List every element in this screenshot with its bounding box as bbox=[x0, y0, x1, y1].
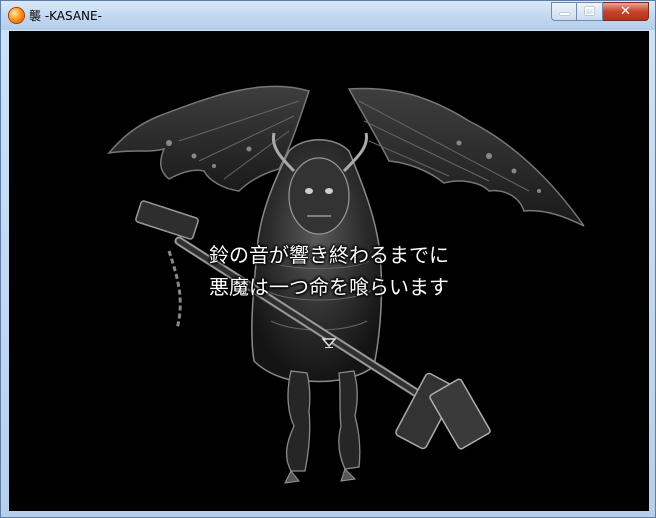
down-triangle-icon[interactable] bbox=[321, 337, 337, 349]
dialogue-text: 鈴の音が響き終わるまでに 悪魔は一つ命を喰らいます bbox=[9, 239, 649, 303]
window-controls: ✕ bbox=[551, 2, 649, 21]
maximize-icon bbox=[585, 7, 594, 15]
minimize-icon bbox=[560, 13, 569, 15]
right-wing bbox=[347, 87, 585, 227]
dialogue-line-1: 鈴の音が響き終わるまでに bbox=[209, 243, 449, 267]
close-icon: ✕ bbox=[620, 4, 631, 19]
demon-legs bbox=[284, 370, 361, 484]
maximize-button[interactable] bbox=[577, 2, 603, 21]
close-button[interactable]: ✕ bbox=[603, 2, 649, 21]
dialogue-line-2: 悪魔は一つ命を喰らいます bbox=[209, 275, 449, 299]
minimize-button[interactable] bbox=[551, 2, 577, 21]
game-screen[interactable]: 鈴の音が響き終わるまでに 悪魔は一つ命を喰らいます bbox=[9, 31, 649, 511]
title-bar[interactable]: 襲 -KASANE- ✕ bbox=[1, 1, 655, 30]
orange-orb-icon[interactable] bbox=[9, 8, 24, 23]
app-window: 襲 -KASANE- ✕ 鈴の音が響き終わるまでに 悪魔は一つ命を喰らいます bbox=[0, 0, 656, 518]
window-title: 襲 -KASANE- bbox=[29, 9, 102, 23]
